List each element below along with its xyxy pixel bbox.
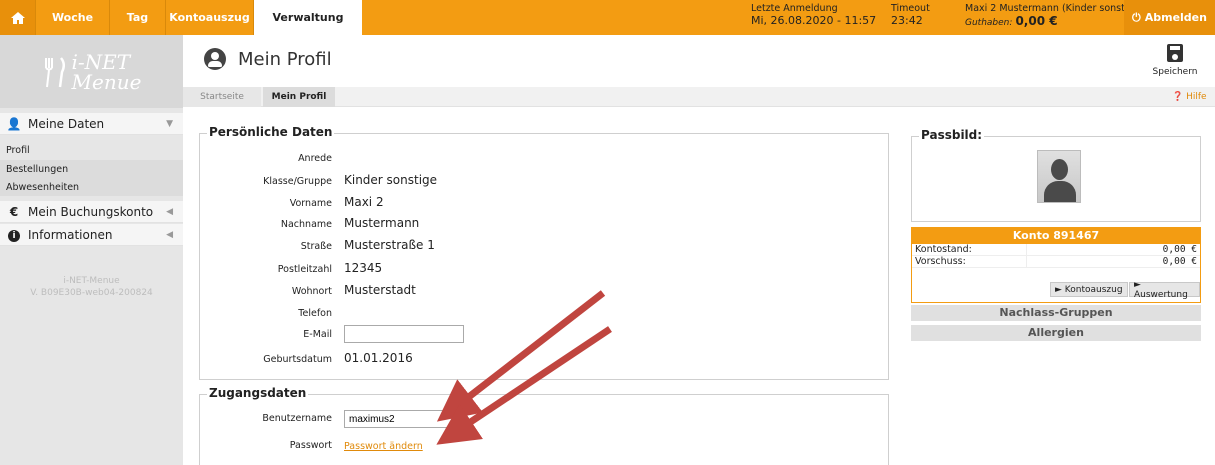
top-navigation-bar: Woche Tag Kontoauszug Verwaltung Letzte …	[0, 0, 1215, 35]
field-label-anrede: Anrede	[298, 153, 332, 164]
account-value: 0,00 €	[1162, 256, 1197, 267]
logout-label: Abmelden	[1144, 11, 1207, 24]
account-row-kontostand: Kontostand: 0,00 €	[912, 244, 1200, 256]
personal-data-legend: Persönliche Daten	[207, 125, 335, 139]
sidebar-item-meine-daten[interactable]: 👤 Meine Daten ▼	[0, 113, 183, 135]
field-label-strasse: Straße	[300, 241, 332, 252]
nav-verwaltung[interactable]: Verwaltung	[254, 0, 362, 35]
chevron-down-icon: ▼	[166, 118, 173, 129]
save-button[interactable]: Speichern	[1150, 44, 1200, 77]
field-value-nachname: Mustermann	[344, 216, 420, 230]
field-label-benutzername: Benutzername	[262, 413, 332, 424]
profile-photo-placeholder	[1037, 150, 1081, 203]
change-password-link[interactable]: Passwort ändern	[344, 441, 423, 452]
timeout-info: Timeout 23:42	[891, 3, 930, 27]
account-label: Kontostand:	[912, 244, 1027, 255]
field-label-plz: Postleitzahl	[277, 264, 332, 275]
info-icon: i	[0, 227, 28, 242]
allergien-panel[interactable]: Allergien	[911, 325, 1201, 341]
euro-icon: €	[9, 204, 19, 219]
save-label: Speichern	[1152, 67, 1198, 77]
field-value-plz: 12345	[344, 261, 383, 275]
user-circle-icon	[204, 48, 226, 70]
field-label-email: E-Mail	[303, 329, 332, 340]
user-icon: 👤	[6, 116, 22, 131]
logo-line-2: Menue	[71, 69, 142, 94]
email-field[interactable]	[344, 325, 464, 343]
last-login-info: Letzte Anmeldung Mi, 26.08.2020 - 11:57	[751, 3, 876, 27]
sidebar-subitem-bestellungen[interactable]: Bestellungen	[0, 160, 183, 178]
field-label-wohnort: Wohnort	[291, 286, 332, 297]
field-value-vorname: Maxi 2	[344, 195, 384, 209]
account-title: Konto 891467	[912, 228, 1200, 244]
chevron-left-icon: ◀	[166, 206, 173, 217]
passbild-legend: Passbild:	[919, 128, 985, 142]
field-value-klasse: Kinder sonstige	[344, 173, 438, 187]
nav-tag[interactable]: Tag	[110, 0, 166, 35]
sidebar-item-label: Mein Buchungskonto	[28, 204, 154, 219]
nav-kontoauszug[interactable]: Kontoauszug	[166, 0, 254, 35]
help-link[interactable]: ❓ Hilfe	[1172, 92, 1207, 102]
sidebar-item-buchungskonto[interactable]: € Mein Buchungskonto ◀	[0, 201, 183, 223]
last-login-value: Mi, 26.08.2020 - 11:57	[751, 14, 877, 27]
sidebar-item-label: Informationen	[28, 227, 113, 242]
account-row-vorschuss: Vorschuss: 0,00 €	[912, 256, 1200, 268]
home-icon[interactable]	[0, 0, 36, 35]
field-label-geburtsdatum: Geburtsdatum	[263, 354, 332, 365]
personal-data-fieldset	[199, 133, 889, 380]
field-label-nachname: Nachname	[280, 219, 332, 230]
account-value: 0,00 €	[1162, 244, 1197, 255]
sidebar-subitem-profil[interactable]: Profil	[0, 141, 183, 159]
field-label-klasse: Klasse/Gruppe	[263, 176, 332, 187]
page-title-text: Mein Profil	[238, 48, 332, 70]
field-value-strasse: Musterstraße 1	[344, 238, 435, 252]
access-data-legend: Zugangsdaten	[207, 386, 309, 400]
account-label: Vorschuss:	[912, 256, 1027, 267]
breadcrumb-mein-profil: Mein Profil	[263, 87, 335, 107]
page-title: Mein Profil	[204, 48, 332, 70]
sidebar-subitem-abwesenheiten[interactable]: Abwesenheiten	[0, 178, 183, 196]
field-value-wohnort: Musterstadt	[344, 283, 416, 297]
kontoauszug-button[interactable]: ► Kontoauszug	[1050, 282, 1128, 297]
logo-line-1: i-NET	[71, 49, 131, 74]
footer-version: V. B09E30B-web04-200824	[30, 288, 153, 298]
question-icon: ❓	[1172, 92, 1184, 102]
nav-woche[interactable]: Woche	[36, 0, 110, 35]
credit-label: Guthaben:	[965, 18, 1013, 28]
access-data-fieldset	[199, 394, 889, 465]
nachlass-gruppen-panel[interactable]: Nachlass-Gruppen	[911, 305, 1201, 321]
field-value-geburtsdatum: 01.01.2016	[344, 351, 413, 365]
timeout-value: 23:42	[891, 14, 923, 27]
field-label-vorname: Vorname	[289, 198, 332, 209]
logout-button[interactable]: ⏻ Abmelden	[1124, 0, 1215, 35]
field-label-telefon: Telefon	[298, 308, 332, 319]
logo-text: i-NET Menue	[72, 52, 142, 92]
breadcrumb-startseite[interactable]: Startseite	[183, 87, 261, 107]
credit-value: 0,00 €	[1015, 14, 1058, 28]
account-box: Konto 891467 Kontostand: 0,00 € Vorschus…	[911, 227, 1201, 303]
user-info: Maxi 2 Mustermann (Kinder sonstige) Guth…	[965, 3, 1143, 29]
version-info: i-NET-Menue V. B09E30B-web04-200824	[0, 275, 183, 299]
sidebar: i-NET Menue 👤 Meine Daten ▼ Profil Beste…	[0, 35, 183, 465]
auswertung-button[interactable]: ► Auswertung	[1129, 280, 1200, 300]
floppy-disk-icon	[1167, 44, 1183, 62]
app-logo: i-NET Menue	[0, 35, 183, 108]
sidebar-item-label: Meine Daten	[28, 116, 105, 131]
username-field[interactable]	[344, 410, 464, 428]
help-label: Hilfe	[1186, 92, 1207, 102]
breadcrumb: Startseite Mein Profil	[183, 87, 1215, 107]
footer-app-name: i-NET-Menue	[63, 276, 120, 286]
power-icon: ⏻	[1132, 10, 1141, 24]
field-label-passwort: Passwort	[289, 440, 332, 451]
cutlery-icon	[44, 56, 65, 87]
chevron-left-icon: ◀	[166, 229, 173, 240]
sidebar-item-informationen[interactable]: i Informationen ◀	[0, 224, 183, 246]
